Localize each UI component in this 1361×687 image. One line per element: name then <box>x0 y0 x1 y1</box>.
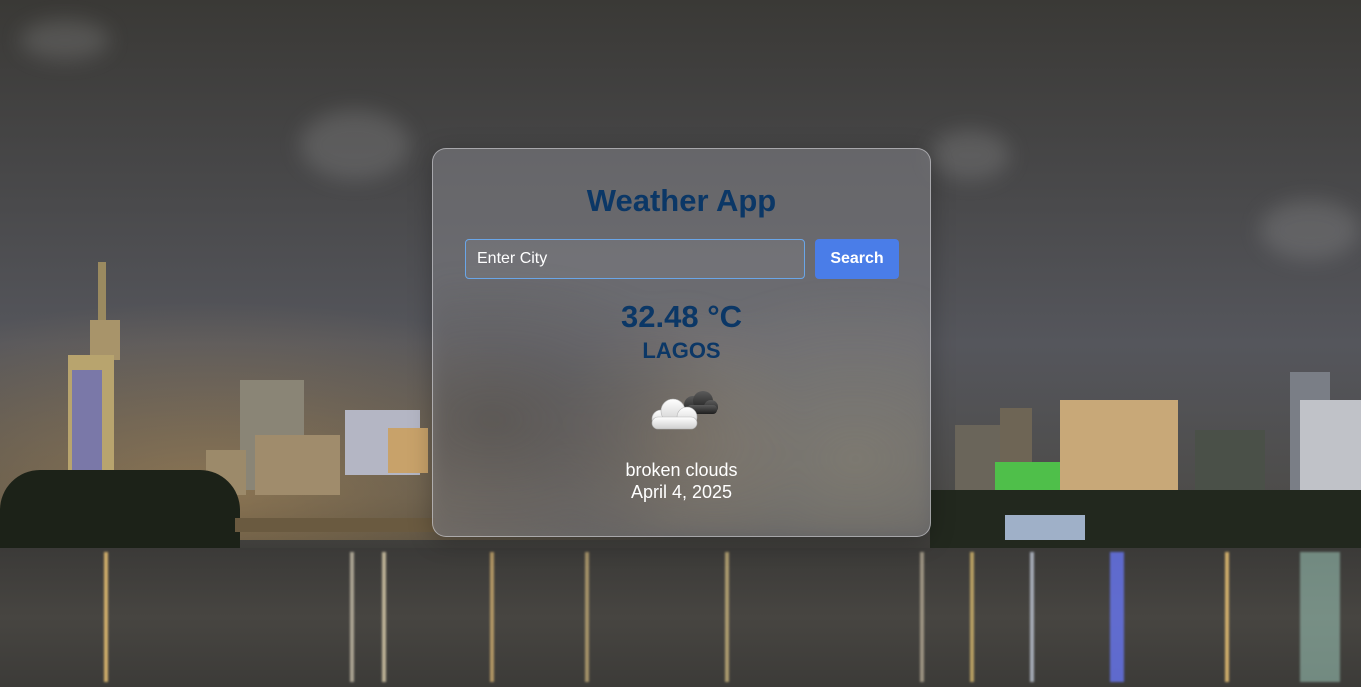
city-name: LAGOS <box>642 338 721 363</box>
search-button[interactable]: Search <box>815 239 899 279</box>
weather-card: Weather App Search 32.48 °C LAGOS <box>432 148 931 537</box>
weather-description: broken clouds <box>625 460 738 480</box>
temperature-value: 32.48 °C <box>621 299 742 334</box>
weather-date: April 4, 2025 <box>630 482 733 502</box>
search-bar: Search <box>465 239 899 279</box>
app-title: Weather App <box>586 183 777 218</box>
city-search-input[interactable] <box>465 239 805 279</box>
broken-clouds-icon <box>647 387 719 435</box>
